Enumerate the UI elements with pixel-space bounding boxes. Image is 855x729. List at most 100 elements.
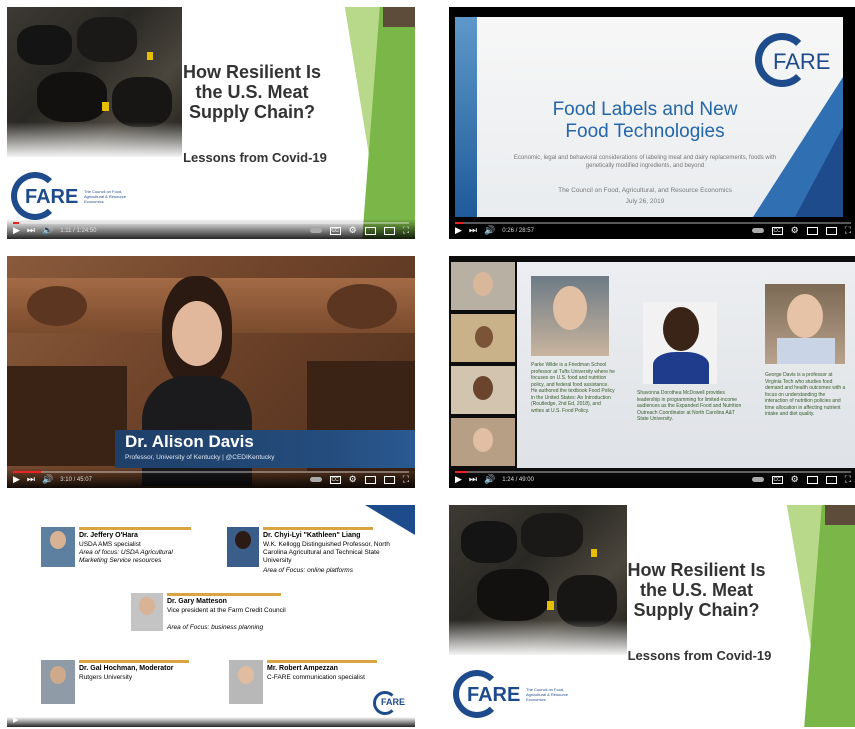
cattle-photo	[449, 505, 627, 655]
autoplay-toggle[interactable]	[309, 477, 322, 482]
slide-subtitle: Lessons from Covid-19	[183, 150, 327, 165]
speaker-name: Dr. Alison Davis	[125, 432, 254, 451]
fullscreen-icon[interactable]: ⛶	[403, 474, 409, 485]
speaker-card: Dr. Jeffery O'Hara USDA AMS specialist A…	[41, 527, 211, 573]
time-display: 0:26 / 28:57	[502, 227, 534, 234]
volume-icon[interactable]: 🔊	[484, 474, 495, 485]
panelist-photo	[531, 276, 609, 356]
play-icon[interactable]: ▶	[455, 225, 462, 236]
fullscreen-icon[interactable]: ⛶	[403, 225, 409, 236]
speaker-name: Dr. Chyi-Lyi "Kathleen" Liang	[263, 532, 361, 539]
fullscreen-icon[interactable]: ⛶	[845, 225, 851, 236]
settings-icon[interactable]: ⚙	[349, 225, 357, 236]
cc-icon[interactable]: CC	[329, 226, 341, 235]
progress-bar	[455, 471, 467, 473]
panelist-photo	[643, 302, 717, 384]
cc-icon[interactable]: CC	[329, 475, 341, 484]
speaker-photo	[227, 527, 259, 567]
video-thumbnail-food-labels[interactable]: FARE Food Labels and New Food Technologi…	[449, 7, 855, 239]
presenter-cam	[825, 505, 855, 525]
progress-bar	[13, 222, 19, 224]
webcam-tile	[451, 366, 515, 414]
video-thumbnail-meat-supply-repeat[interactable]: How Resilient Is the U.S. Meat Supply Ch…	[449, 505, 855, 727]
theater-icon[interactable]	[383, 475, 395, 484]
speaker-name: Mr. Robert Ampezzan	[267, 665, 338, 672]
video-thumbnail-meat-supply[interactable]: How Resilient Is the U.S. Meat Supply Ch…	[7, 7, 415, 239]
player-controls[interactable]: ▶ ⏭ 🔊 1:11 / 1:24:50 CC ⚙ ⛶	[7, 219, 415, 239]
miniplayer-icon[interactable]	[364, 475, 376, 484]
speaker-name: Dr. Gal Hochman, Moderator	[79, 665, 174, 672]
slide-title-line2: Food Technologies	[565, 121, 725, 142]
video-thumbnail-panelists[interactable]: Parke Wilde is a Friedman School profess…	[449, 256, 855, 488]
player-controls[interactable]: ▶ ⏭ 🔊 0:26 / 28:57 CC ⚙ ⛶	[449, 219, 855, 239]
video-thumbnail-speakers[interactable]: Dr. Jeffery O'Hara USDA AMS specialist A…	[7, 505, 415, 727]
cfare-logo: FARE The Council on Food, Agricultural &…	[11, 172, 126, 222]
slide-title: How Resilient Is the U.S. Meat Supply Ch…	[182, 62, 322, 122]
speaker-card: Dr. Chyi-Lyi "Kathleen" Liang W.K. Kello…	[227, 527, 407, 587]
next-icon[interactable]: ⏭	[469, 225, 477, 236]
volume-icon[interactable]: 🔊	[42, 225, 53, 236]
slide-title-line1: Food Labels and New	[552, 99, 738, 120]
volume-icon[interactable]: 🔊	[484, 225, 495, 236]
slide-description: Economic, legal and behavioral considera…	[513, 155, 777, 169]
theater-icon[interactable]	[825, 226, 837, 235]
panelist-bio: Shavonna Dorothea McDowell provides lead…	[637, 390, 742, 422]
cattle-photo	[7, 7, 182, 157]
progress-bar	[13, 471, 41, 473]
slide-area: FARE Food Labels and New Food Technologi…	[455, 17, 843, 217]
webcam-tile	[451, 418, 515, 466]
autoplay-toggle[interactable]	[751, 477, 764, 482]
panelist-bio: Parke Wilde is a Friedman School profess…	[531, 362, 615, 414]
autoplay-toggle[interactable]	[309, 228, 322, 233]
speaker-name: Dr. Jeffery O'Hara	[79, 532, 138, 539]
panelist-photo	[765, 284, 845, 364]
presenter-cam	[383, 7, 415, 27]
webcam-column	[451, 262, 515, 468]
cfare-logo: FARE	[755, 33, 843, 87]
slide-subtitle: Lessons from Covid-19	[627, 648, 772, 663]
player-controls[interactable]: ▶ ⏭ 🔊 1:24 / 49:00 CC ⚙ ⛶	[449, 468, 855, 488]
cc-icon[interactable]: CC	[771, 226, 783, 235]
play-icon[interactable]: ▶	[13, 716, 18, 724]
speaker-name: Dr. Gary Matteson	[167, 598, 227, 605]
play-icon[interactable]: ▶	[13, 225, 20, 236]
speaker-photo	[229, 660, 263, 704]
next-icon[interactable]: ⏭	[27, 474, 35, 485]
progress-bar	[455, 222, 463, 224]
play-icon[interactable]: ▶	[13, 474, 20, 485]
theater-icon[interactable]	[383, 226, 395, 235]
speaker-photo	[41, 527, 75, 567]
webcam-tile	[451, 314, 515, 362]
miniplayer-icon[interactable]	[806, 475, 818, 484]
speaker-photo	[131, 593, 163, 631]
panelist-bio: George Davis is a professor at Virginia …	[765, 372, 846, 417]
cc-icon[interactable]: CC	[771, 475, 783, 484]
volume-icon[interactable]: 🔊	[42, 474, 53, 485]
time-display: 1:24 / 49:00	[502, 476, 534, 483]
play-icon[interactable]: ▶	[455, 474, 462, 485]
time-display: 3:10 / 45:07	[60, 476, 92, 483]
player-controls[interactable]: ▶	[7, 717, 415, 727]
autoplay-toggle[interactable]	[751, 228, 764, 233]
speaker-card: Dr. Gal Hochman, Moderator Rutgers Unive…	[41, 660, 211, 710]
miniplayer-icon[interactable]	[364, 226, 376, 235]
theater-icon[interactable]	[825, 475, 837, 484]
slide-area: Parke Wilde is a Friedman School profess…	[517, 262, 855, 468]
player-controls[interactable]: ▶ ⏭ 🔊 3:10 / 45:07 CC ⚙ ⛶	[7, 468, 415, 488]
speaker-photo	[41, 660, 75, 704]
next-icon[interactable]: ⏭	[27, 225, 35, 236]
slide-title: How Resilient Is the U.S. Meat Supply Ch…	[627, 560, 766, 620]
settings-icon[interactable]: ⚙	[349, 474, 357, 485]
next-icon[interactable]: ⏭	[469, 474, 477, 485]
slide-date: July 26, 2019	[625, 198, 665, 205]
speaker-role: Professor, University of Kentucky | @CED…	[125, 454, 275, 461]
cfare-logo: FARE The Council on Food, Agricultural &…	[453, 670, 573, 720]
settings-icon[interactable]: ⚙	[791, 225, 799, 236]
settings-icon[interactable]: ⚙	[791, 474, 799, 485]
miniplayer-icon[interactable]	[806, 226, 818, 235]
webcam-tile	[451, 262, 515, 310]
fullscreen-icon[interactable]: ⛶	[845, 474, 851, 485]
video-thumbnail-alison-davis[interactable]: Dr. Alison Davis Professor, University o…	[7, 256, 415, 488]
lower-third: Dr. Alison Davis Professor, University o…	[115, 430, 415, 468]
slide-org: The Council on Food, Agricultural, and R…	[558, 187, 732, 194]
